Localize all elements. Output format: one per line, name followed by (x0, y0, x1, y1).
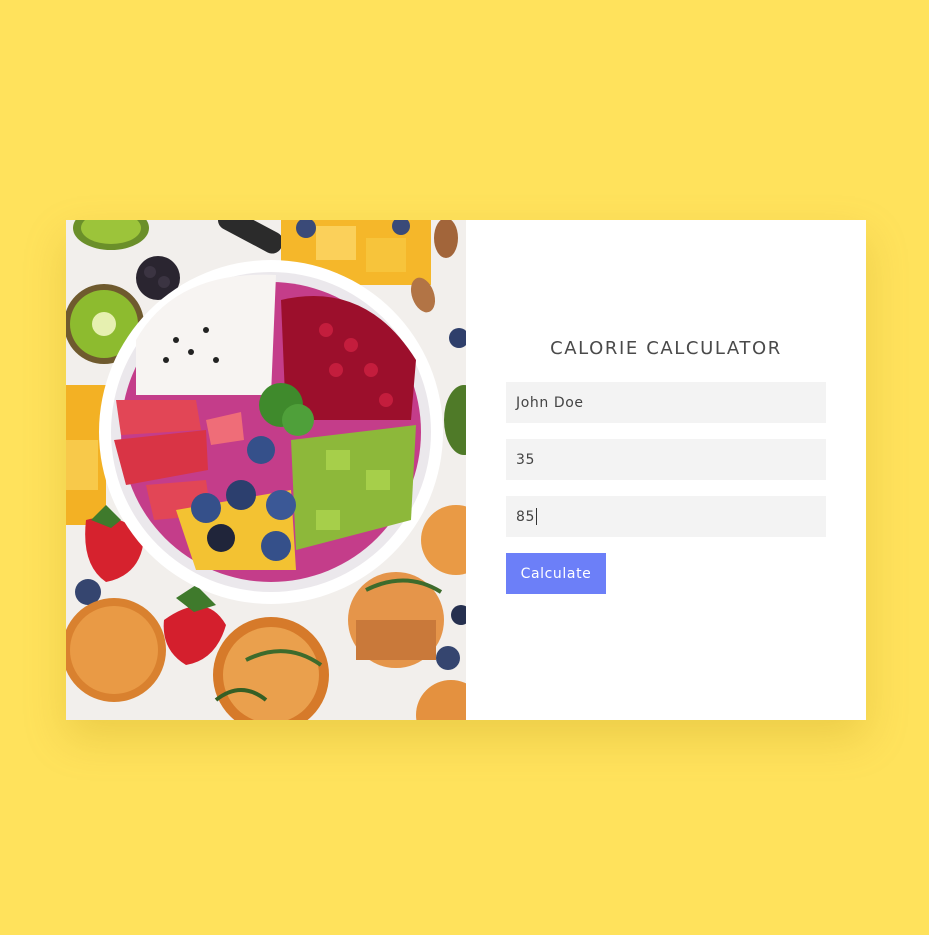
name-value: John Doe (516, 394, 584, 411)
text-caret (536, 508, 538, 525)
fruit-bowl-photo (66, 220, 466, 720)
page-title: CALORIE CALCULATOR (550, 338, 782, 359)
weight-value: 85 (516, 508, 536, 525)
name-field[interactable]: John Doe (506, 382, 826, 423)
weight-field[interactable]: 85 (506, 496, 826, 537)
age-field[interactable]: 35 (506, 439, 826, 480)
calculate-button[interactable]: Calculate (506, 553, 606, 594)
calculator-panel: CALORIE CALCULATOR John Doe 35 85 Calcul… (466, 220, 866, 720)
calorie-card: CALORIE CALCULATOR John Doe 35 85 Calcul… (66, 220, 866, 720)
age-value: 35 (516, 451, 536, 468)
